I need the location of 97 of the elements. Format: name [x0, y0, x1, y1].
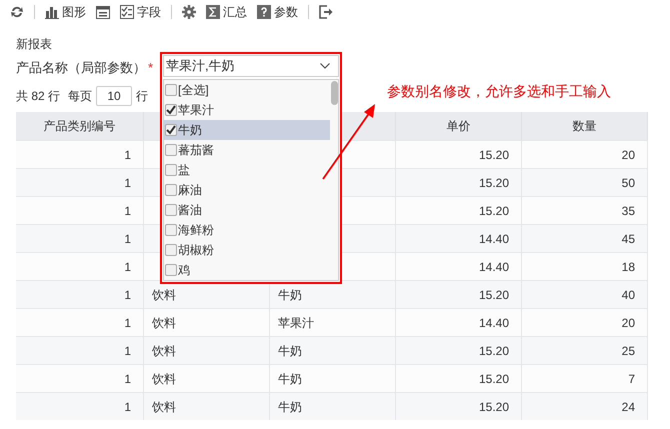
column-header: 数量 [572, 118, 596, 135]
parameter-select[interactable]: 苹果汁,牛奶 [163, 55, 339, 77]
table-cell-text: 1 [124, 174, 131, 192]
table-cell-text: 1 [124, 398, 131, 416]
checkbox[interactable] [165, 104, 177, 116]
table-cell-text: 18 [622, 258, 635, 276]
chevron-down-icon [320, 63, 330, 69]
sum-tool-button[interactable]: 汇总 [206, 3, 247, 21]
option-item[interactable]: 蕃茄酱 [164, 140, 330, 160]
option-item[interactable]: 盐 [164, 160, 330, 180]
fields-tool-button[interactable]: 字段 [120, 3, 161, 21]
table-cell-text: 饮料 [152, 398, 176, 416]
option-label: 鸡 [178, 262, 190, 279]
option-label: 海鲜粉 [178, 222, 214, 239]
table-cell-text: 1 [124, 342, 131, 360]
table-cell-text: 1 [124, 286, 131, 304]
table-cell-text: 牛奶 [278, 370, 302, 388]
table-cell-text: 25 [622, 342, 635, 360]
table-cell-text: 20 [622, 146, 635, 164]
exit-icon[interactable] [319, 5, 333, 19]
table-cell-text: 15.20 [478, 202, 509, 220]
option-item[interactable]: 鸡 [164, 260, 330, 280]
table-cell-text: 牛奶 [278, 286, 302, 304]
table-cell-text: 7 [628, 370, 635, 388]
column-header: 单价 [446, 118, 470, 135]
required-mark: * [148, 59, 154, 78]
option-label: 胡椒粉 [178, 242, 214, 259]
report-title: 新报表 [16, 36, 52, 52]
table-cell-text: 牛奶 [278, 398, 302, 416]
table-cell-text: 14.40 [478, 314, 509, 332]
option-label: 蕃茄酱 [178, 142, 214, 159]
table-cell-text: 饮料 [152, 314, 176, 332]
table-cell-text: 15.20 [478, 342, 509, 360]
select-value: 苹果汁,牛奶 [166, 57, 235, 76]
option-label: 苹果汁 [178, 102, 214, 119]
scrollbar-thumb[interactable] [331, 81, 338, 105]
table-cell-text: 饮料 [152, 342, 176, 360]
help-tool-button[interactable]: 参数 [257, 3, 298, 21]
table-cell-text: 15.20 [478, 146, 509, 164]
checkbox[interactable] [165, 264, 177, 276]
table-cell-text: 饮料 [152, 370, 176, 388]
table-cell-text: 1 [124, 202, 131, 220]
table-cell-text: 45 [622, 230, 635, 248]
bar-chart-icon [45, 6, 59, 18]
checkbox[interactable] [165, 124, 177, 136]
option-item[interactable]: 海鲜粉 [164, 220, 330, 240]
option-label: [全选] [178, 82, 209, 99]
checkbox[interactable] [165, 84, 177, 96]
option-item[interactable]: 苹果汁 [164, 100, 330, 120]
checklist-icon [120, 5, 134, 19]
table-cell-text: 牛奶 [278, 342, 302, 360]
table-cell-text: 1 [124, 146, 131, 164]
checkbox[interactable] [165, 204, 177, 216]
table-cell-text: 15.20 [478, 286, 509, 304]
table-cell-text: 1 [124, 230, 131, 248]
table-cell-text: 15.20 [478, 370, 509, 388]
column-header: 产品类别编号 [44, 118, 116, 135]
table-cell-text: 35 [622, 202, 635, 220]
table-cell-text: 24 [622, 398, 635, 416]
table-cell-text: 1 [124, 370, 131, 388]
table-cell-text: 饮料 [152, 286, 176, 304]
sigma-icon [206, 5, 220, 19]
checkbox[interactable] [165, 164, 177, 176]
checkbox[interactable] [165, 244, 177, 256]
table-cell-text: 40 [622, 286, 635, 304]
layout-icon[interactable] [96, 6, 110, 18]
annotation-text: 参数别名修改，允许多选和手工输入 [387, 82, 611, 101]
table-cell-text: 15.20 [478, 174, 509, 192]
option-item[interactable]: 酱油 [164, 200, 330, 220]
table-cell-text: 1 [124, 258, 131, 276]
per-page-field[interactable]: 10 [96, 86, 132, 106]
table-cell-text: 50 [622, 174, 635, 192]
option-label: 酱油 [178, 202, 202, 219]
checkbox[interactable] [165, 184, 177, 196]
table-cell-text: 15.20 [478, 398, 509, 416]
option-label: 盐 [178, 162, 190, 179]
option-label: 麻油 [178, 182, 202, 199]
settings-icon[interactable] [182, 5, 196, 19]
per-page-label: 每页 [68, 88, 92, 105]
row-count: 共 82 行 [16, 88, 60, 105]
per-page-unit: 行 [136, 88, 148, 105]
help-icon [257, 5, 271, 19]
chart-tool-button[interactable]: 图形 [45, 3, 86, 21]
checkbox[interactable] [165, 224, 177, 236]
refresh-icon[interactable] [10, 5, 24, 19]
table-cell-text: 1 [124, 314, 131, 332]
parameter-label: 产品名称（局部参数） [16, 59, 146, 78]
option-label: 牛奶 [178, 122, 202, 139]
checkbox[interactable] [165, 144, 177, 156]
option-item[interactable]: 胡椒粉 [164, 240, 330, 260]
option-item[interactable]: 牛奶 [164, 120, 330, 140]
table-cell-text: 20 [622, 314, 635, 332]
table-cell-text: 14.40 [478, 258, 509, 276]
table-cell-text: 14.40 [478, 230, 509, 248]
table-cell-text: 苹果汁 [278, 314, 314, 332]
option-item[interactable]: 麻油 [164, 180, 330, 200]
option-item[interactable]: [全选] [164, 80, 330, 100]
